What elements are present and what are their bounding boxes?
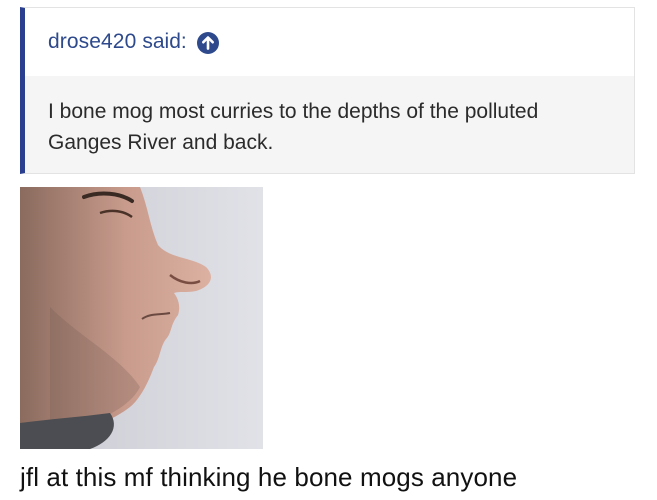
post-body-text: jfl at this mf thinking he bone mogs any… <box>20 462 518 492</box>
quote-text: I bone mog most curries to the depths of… <box>25 76 634 173</box>
quote-header: drose420 said: <box>25 8 634 76</box>
arrow-up-circle-icon[interactable] <box>196 31 219 54</box>
face-photo[interactable] <box>20 187 263 449</box>
quote-block: drose420 said: I bone mog most curries t… <box>20 7 635 174</box>
quote-author-link[interactable]: drose420 <box>48 30 136 54</box>
quote-said-label: said: <box>142 30 187 53</box>
post-page: drose420 said: I bone mog most curries t… <box>0 0 657 500</box>
